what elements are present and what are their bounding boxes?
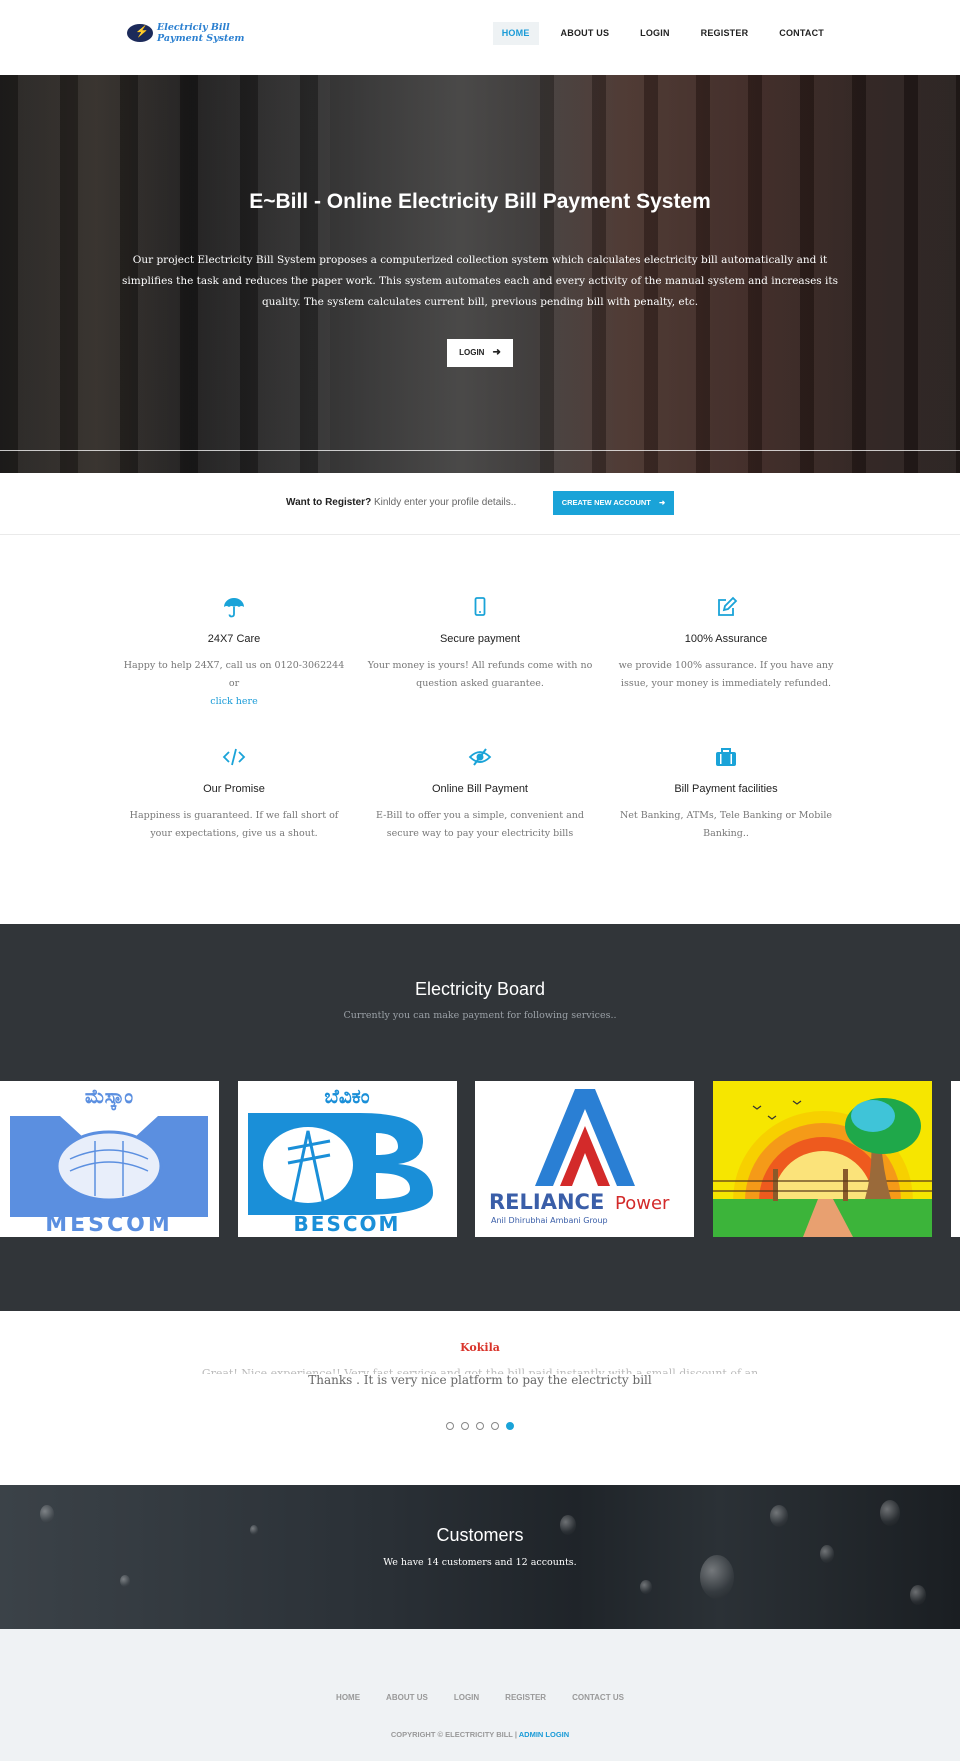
code-icon (222, 748, 246, 766)
reliance-logo-card[interactable]: RELIANCE Power Anil Dhirubhai Ambani Gro… (475, 1081, 694, 1237)
carousel-dot-4[interactable] (491, 1422, 499, 1430)
register-question: Want to Register? (286, 497, 372, 508)
register-strip: Want to Register? Kinldy enter your prof… (0, 473, 960, 535)
arrow-right-icon: ➜ (658, 498, 666, 507)
nav-login[interactable]: LOGIN (631, 22, 679, 45)
register-prompt: Want to Register? Kinldy enter your prof… (286, 497, 516, 508)
water-drop-decoration (880, 1500, 900, 1526)
testimonial-section: Kokila Great! Nice experience!! Very fas… (0, 1311, 960, 1485)
carousel-dot-2[interactable] (461, 1422, 469, 1430)
eye-slash-icon (468, 748, 492, 766)
logo-line1: Electriciy Bill (157, 22, 230, 33)
register-sub: Kinldy enter your profile details.. (373, 497, 517, 508)
customers-count-text: We have 14 customers and 12 accounts. (383, 1557, 577, 1568)
water-drop-decoration (640, 1580, 652, 1594)
feature-secure-payment: Secure payment Your money is yours! All … (360, 595, 600, 693)
hero-login-button[interactable]: LOGIN ➜ (447, 339, 513, 367)
nav-register[interactable]: REGISTER (692, 22, 758, 45)
bescom-kannada: ಬೆವಿಕಂ (324, 1084, 369, 1108)
feature-desc: E-Bill to offer you a simple, convenient… (375, 810, 584, 839)
hero-banner: E~Bill - Online Electricity Bill Payment… (0, 75, 960, 473)
board-title: Electricity Board (414, 979, 546, 999)
mobile-icon (474, 597, 486, 616)
feature-title: 100% Assurance (684, 633, 768, 645)
water-drop-decoration (910, 1585, 926, 1605)
bescom-logo: ಬೆವಿಕಂ BESCOM (248, 1084, 433, 1236)
hero-divider (0, 450, 960, 451)
footer-link-register[interactable]: REGISTER (505, 1693, 546, 1702)
admin-login-link[interactable]: ADMIN LOGIN (519, 1730, 569, 1739)
feature-title: Bill Payment facilities (674, 783, 778, 795)
footer-link-contact-us[interactable]: CONTACT US (572, 1693, 624, 1702)
feature-title: 24X7 Care (207, 633, 261, 645)
customers-section: Customers We have 14 customers and 12 ac… (0, 1485, 960, 1629)
reliance-power-label: Power (615, 1193, 670, 1214)
main-nav: HOME ABOUT US LOGIN REGISTER CONTACT (480, 22, 833, 45)
site-header: ⚡ Electriciy Bill Payment System HOME AB… (0, 0, 960, 75)
feature-desc: Happiness is guaranteed. If we fall shor… (129, 810, 339, 839)
briefcase-icon (716, 748, 736, 766)
bescom-label: BESCOM (294, 1212, 401, 1236)
water-drop-decoration (770, 1505, 788, 1527)
create-account-label: CREATE NEW ACCOUNT (561, 498, 651, 507)
copyright: COPYRIGHT © ELECTRICITY BILL | ADMIN LOG… (0, 1730, 960, 1739)
reliance-tagline: Anil Dhirubhai Ambani Group (491, 1216, 608, 1225)
customers-title: Customers (436, 1525, 524, 1545)
reliance-label: RELIANCE (489, 1190, 604, 1214)
arrow-right-icon: ➜ (492, 347, 501, 358)
nav-contact[interactable]: CONTACT (770, 22, 833, 45)
reliance-logo: RELIANCE Power Anil Dhirubhai Ambani Gro… (489, 1089, 670, 1225)
feature-desc: Net Banking, ATMs, Tele Banking or Mobil… (619, 810, 833, 839)
site-logo[interactable]: ⚡ Electriciy Bill Payment System (127, 22, 244, 44)
logo-line2: Payment System (157, 33, 245, 44)
footer-link-about-us[interactable]: ABOUT US (386, 1693, 428, 1702)
hero-login-label: LOGIN (459, 348, 485, 357)
carousel-dots (446, 1422, 521, 1430)
bescom-logo-card[interactable]: ಬೆವಿಕಂ BESCOM (238, 1081, 457, 1237)
feature-our-promise: Our Promise Happiness is guaranteed. If … (114, 745, 354, 843)
feature-title: Our Promise (203, 783, 265, 795)
umbrella-icon (224, 598, 244, 618)
carousel-dot-5[interactable] (506, 1422, 514, 1430)
board-subtitle: Currently you can make payment for follo… (343, 1010, 617, 1021)
feature-online-bill-payment: Online Bill Payment E-Bill to offer you … (360, 745, 600, 843)
feature-desc: Happy to help 24X7, call us on 0120-3062… (123, 660, 345, 689)
feature-bill-payment-facilities: Bill Payment facilities Net Banking, ATM… (606, 745, 846, 843)
electricity-board-section: Electricity Board Currently you can make… (0, 924, 960, 1311)
features-section: 24X7 Care Happy to help 24X7, call us on… (0, 535, 960, 924)
carousel-dot-3[interactable] (476, 1422, 484, 1430)
feature-title: Online Bill Payment (432, 783, 528, 795)
feature-24x7-care: 24X7 Care Happy to help 24X7, call us on… (114, 595, 354, 711)
nav-home[interactable]: HOME (492, 22, 539, 45)
testimonial-author: Kokila (460, 1341, 500, 1354)
hero-title: E~Bill - Online Electricity Bill Payment… (249, 190, 711, 213)
bulb-logo-icon: ⚡ (127, 24, 153, 42)
mescom-kannada: ಮೆಸ್ಕಾಂ (85, 1084, 133, 1111)
footer-link-home[interactable]: HOME (336, 1693, 360, 1702)
sunset-illustration-card[interactable] (713, 1081, 932, 1237)
mescom-logo-card[interactable]: ಮೆಸ್ಕಾಂ MESCOM (0, 1081, 219, 1237)
hero-description: Our project Electricity Bill System prop… (122, 254, 838, 308)
next-logo-card[interactable] (951, 1081, 960, 1237)
feature-title: Secure payment (439, 633, 521, 645)
mescom-label: MESCOM (45, 1212, 173, 1237)
feature-desc: we provide 100% assurance. If you have a… (618, 660, 834, 689)
footer-link-login[interactable]: LOGIN (454, 1693, 479, 1702)
click-here-link[interactable]: click here (210, 696, 257, 707)
copyright-text: COPYRIGHT © ELECTRICITY BILL | (390, 1730, 517, 1739)
feature-desc: Your money is yours! All refunds come wi… (367, 660, 593, 689)
water-drop-decoration (120, 1575, 130, 1587)
create-account-button[interactable]: CREATE NEW ACCOUNT ➜ (553, 491, 674, 515)
carousel-dot-1[interactable] (446, 1422, 454, 1430)
mescom-logo: ಮೆಸ್ಕಾಂ MESCOM (10, 1084, 208, 1237)
feature-assurance: 100% Assurance we provide 100% assurance… (606, 595, 846, 693)
edit-icon (718, 596, 738, 616)
nav-about-us[interactable]: ABOUT US (552, 22, 619, 45)
footer-nav: HOME ABOUT US LOGIN REGISTER CONTACT US (0, 1693, 960, 1702)
water-drop-decoration (40, 1505, 54, 1523)
testimonial-text: Thanks . It is very nice platform to pay… (308, 1373, 652, 1387)
site-footer: HOME ABOUT US LOGIN REGISTER CONTACT US … (0, 1629, 960, 1761)
sunset-tree-illustration (713, 1081, 932, 1237)
